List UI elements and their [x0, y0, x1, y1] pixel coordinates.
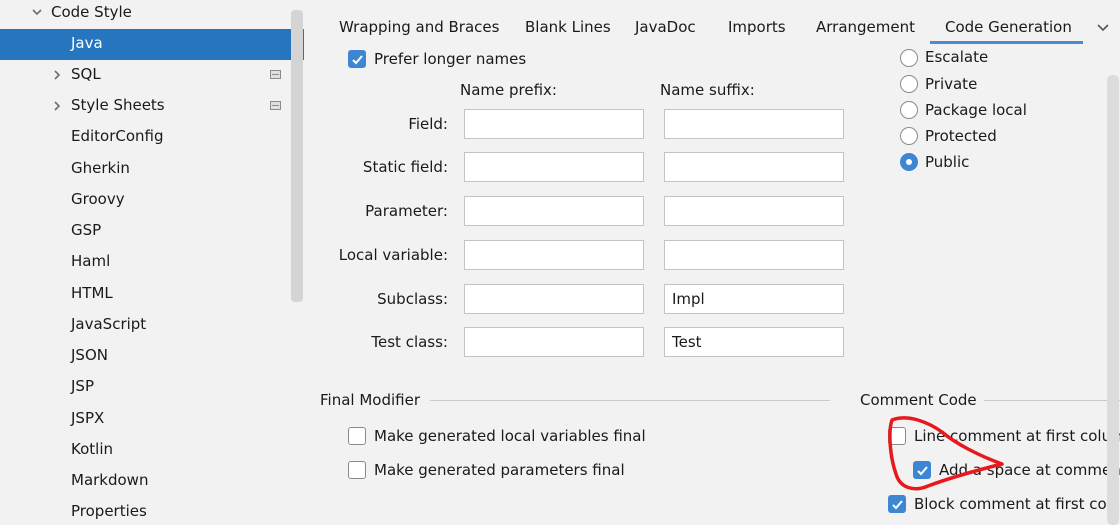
chevron-down-icon[interactable]: [1096, 20, 1110, 34]
active-tab-indicator: [930, 41, 1083, 44]
visibility-protected-label: Protected: [925, 127, 997, 145]
final-modifier-title: Final Modifier: [320, 391, 420, 409]
parameter-suffix-input[interactable]: [664, 196, 844, 226]
tab-bar: Wrapping and Braces Blank Lines JavaDoc …: [304, 0, 1120, 46]
visibility-package-local-label: Package local: [925, 101, 1027, 119]
add-space-comment-start-checkbox[interactable]: [913, 461, 931, 479]
tree-item-label: JSP: [71, 377, 94, 395]
tree-item-javascript[interactable]: JavaScript: [0, 310, 304, 341]
field-prefix-input[interactable]: [464, 109, 644, 139]
prefer-longer-names-checkbox[interactable]: [348, 50, 366, 68]
tree-item-jsp[interactable]: JSP: [0, 372, 304, 403]
tab-blank-lines[interactable]: Blank Lines: [525, 18, 611, 36]
final-parameters-checkbox[interactable]: [348, 461, 366, 479]
tree-item-label: Groovy: [71, 190, 125, 208]
final-parameters-label: Make generated parameters final: [374, 461, 625, 479]
tree-item-label: Properties: [71, 502, 147, 520]
tree-item-label: Markdown: [71, 471, 149, 489]
block-comment-first-column-checkbox[interactable]: [888, 495, 906, 513]
tree-item-groovy[interactable]: Groovy: [0, 185, 304, 216]
subclass-prefix-input[interactable]: [464, 284, 644, 314]
test-class-label: Test class:: [371, 333, 448, 351]
tree-item-label: Code Style: [51, 3, 132, 21]
visibility-public-radio[interactable]: [900, 153, 918, 171]
parameter-prefix-input[interactable]: [464, 196, 644, 226]
comment-code-title: Comment Code: [860, 391, 977, 409]
tree-item-label: Gherkin: [71, 159, 130, 177]
visibility-package-local-radio[interactable]: [900, 101, 918, 119]
tree-item-style-sheets[interactable]: Style Sheets: [0, 91, 304, 122]
field-suffix-input[interactable]: [664, 109, 844, 139]
static-field-suffix-input[interactable]: [664, 152, 844, 182]
tree-item-label: Haml: [71, 252, 111, 270]
test-class-suffix-input[interactable]: [664, 327, 844, 357]
tree-item-label: JSON: [71, 346, 108, 364]
line-comment-first-column-checkbox[interactable]: [888, 427, 906, 445]
tree-item-json[interactable]: JSON: [0, 341, 304, 372]
final-local-variables-checkbox[interactable]: [348, 427, 366, 445]
tree-item-label: Style Sheets: [71, 96, 165, 114]
visibility-escalate-label: Escalate: [925, 48, 989, 66]
settings-panel: Wrapping and Braces Blank Lines JavaDoc …: [304, 0, 1120, 525]
panel-scrollbar[interactable]: [1107, 75, 1119, 525]
final-local-variables-label: Make generated local variables final: [374, 427, 646, 445]
parameter-label: Parameter:: [365, 202, 448, 220]
tree-item-label: EditorConfig: [71, 127, 164, 145]
tree-item-html[interactable]: HTML: [0, 279, 304, 310]
prefer-longer-names-label: Prefer longer names: [374, 50, 527, 68]
tab-wrapping-and-braces[interactable]: Wrapping and Braces: [339, 18, 499, 36]
section-divider: [984, 400, 1120, 401]
tab-imports[interactable]: Imports: [728, 18, 786, 36]
tree-item-java[interactable]: Java: [0, 29, 304, 60]
tree-item-label: Java: [71, 34, 103, 52]
scheme-settings-icon: [270, 101, 281, 110]
tree-item-gherkin[interactable]: Gherkin: [0, 154, 304, 185]
visibility-private-radio[interactable]: [900, 75, 918, 93]
tab-code-generation[interactable]: Code Generation: [945, 18, 1072, 36]
tree-item-editorconfig[interactable]: EditorConfig: [0, 122, 304, 153]
tab-javadoc[interactable]: JavaDoc: [635, 18, 696, 36]
block-comment-first-column-label: Block comment at first column: [914, 495, 1120, 513]
tree-item-label: GSP: [71, 221, 102, 239]
tree-item-jspx[interactable]: JSPX: [0, 404, 304, 435]
local-variable-label: Local variable:: [338, 246, 448, 264]
tab-arrangement[interactable]: Arrangement: [816, 18, 915, 36]
visibility-protected-radio[interactable]: [900, 127, 918, 145]
field-label: Field:: [408, 115, 448, 133]
tree-item-kotlin[interactable]: Kotlin: [0, 435, 304, 466]
tree-item-gsp[interactable]: GSP: [0, 216, 304, 247]
line-comment-first-column-label: Line comment at first column: [914, 427, 1120, 445]
static-field-label: Static field:: [362, 158, 448, 176]
visibility-public-label: Public: [925, 153, 970, 171]
test-class-prefix-input[interactable]: [464, 327, 644, 357]
tree-item-sql[interactable]: SQL: [0, 60, 304, 91]
tree-item-label: SQL: [71, 65, 101, 83]
tree-item-label: JavaScript: [71, 315, 147, 333]
local-variable-suffix-input[interactable]: [664, 240, 844, 270]
tree-item-label: Kotlin: [71, 440, 113, 458]
static-field-prefix-input[interactable]: [464, 152, 644, 182]
local-variable-prefix-input[interactable]: [464, 240, 644, 270]
visibility-private-label: Private: [925, 75, 978, 93]
scheme-settings-icon: [270, 70, 281, 79]
tree-item-code-style[interactable]: Code Style: [0, 0, 304, 31]
visibility-escalate-radio[interactable]: [900, 49, 918, 67]
tree-item-label: HTML: [71, 284, 113, 302]
tree-item-haml[interactable]: Haml: [0, 247, 304, 278]
chevron-right-icon[interactable]: [50, 68, 64, 82]
subclass-label: Subclass:: [377, 290, 448, 308]
add-space-comment-start-label: Add a space at comment start: [939, 461, 1120, 479]
settings-tree: Code Style Java SQL Style Sheets EditorC…: [0, 0, 304, 525]
tree-item-markdown[interactable]: Markdown: [0, 466, 304, 497]
chevron-right-icon[interactable]: [50, 99, 64, 113]
tree-item-label: JSPX: [71, 409, 105, 427]
tree-item-properties[interactable]: Properties: [0, 497, 304, 525]
section-divider: [430, 400, 830, 401]
name-prefix-header: Name prefix:: [460, 81, 557, 99]
subclass-suffix-input[interactable]: [664, 284, 844, 314]
chevron-down-icon[interactable]: [30, 5, 44, 19]
name-suffix-header: Name suffix:: [660, 81, 755, 99]
